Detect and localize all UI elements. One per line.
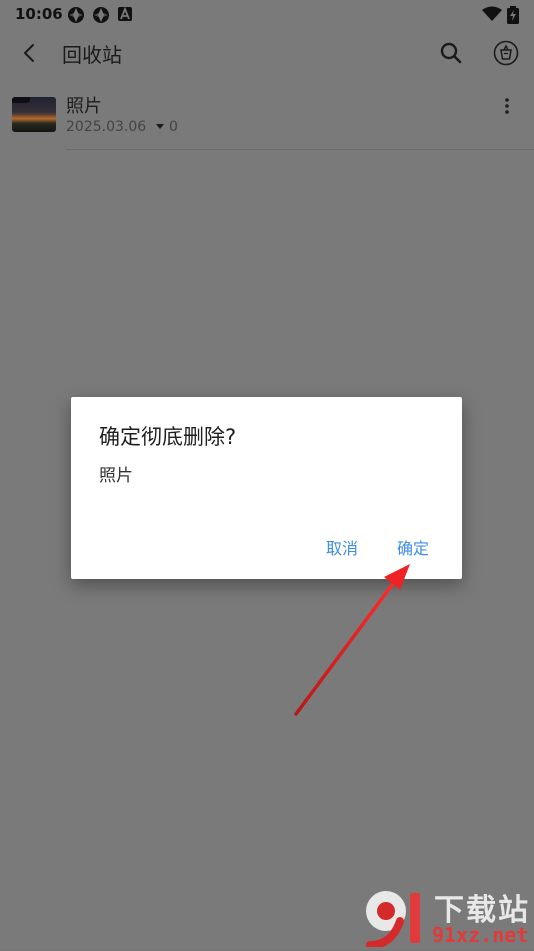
list-item[interactable]: 照片 2025.03.06 0 — [0, 82, 534, 150]
battery-charging-icon — [507, 6, 519, 28]
dialog-message: 照片 — [99, 466, 133, 486]
watermark: 下载站 91xz.net — [362, 885, 532, 949]
watermark-site: 91xz.net — [432, 923, 529, 947]
item-name: 照片 — [66, 96, 102, 117]
pinwheel-icon — [92, 6, 110, 28]
more-vert-icon[interactable] — [497, 94, 517, 120]
list-divider — [66, 149, 534, 150]
sort-caret-icon — [156, 124, 164, 129]
status-bar: 10:06 — [0, 0, 534, 30]
confirm-delete-dialog: 确定彻底删除? 照片 取消 确定 — [71, 397, 462, 579]
recycle-bin-screen: 10:06 回收站 照片 2025.03.06 0 确定彻底删除? 照片 取消 … — [0, 0, 534, 950]
app-bar: 回收站 — [0, 30, 534, 76]
dialog-title: 确定彻底删除? — [99, 425, 237, 449]
a-square-icon — [118, 6, 132, 26]
pinwheel-icon — [67, 6, 85, 28]
back-arrow-icon[interactable] — [14, 38, 44, 68]
item-date: 2025.03.06 — [66, 119, 147, 135]
recycle-bin-icon[interactable] — [491, 38, 521, 68]
folder-thumbnail-icon — [12, 97, 56, 132]
page-title: 回收站 — [62, 43, 122, 67]
91-logo-icon — [362, 887, 430, 949]
wifi-icon — [482, 6, 502, 26]
cancel-button[interactable]: 取消 — [326, 535, 358, 559]
confirm-button[interactable]: 确定 — [397, 535, 429, 559]
search-icon[interactable] — [436, 38, 466, 68]
item-count: 0 — [169, 119, 178, 135]
status-time: 10:06 — [15, 5, 63, 23]
